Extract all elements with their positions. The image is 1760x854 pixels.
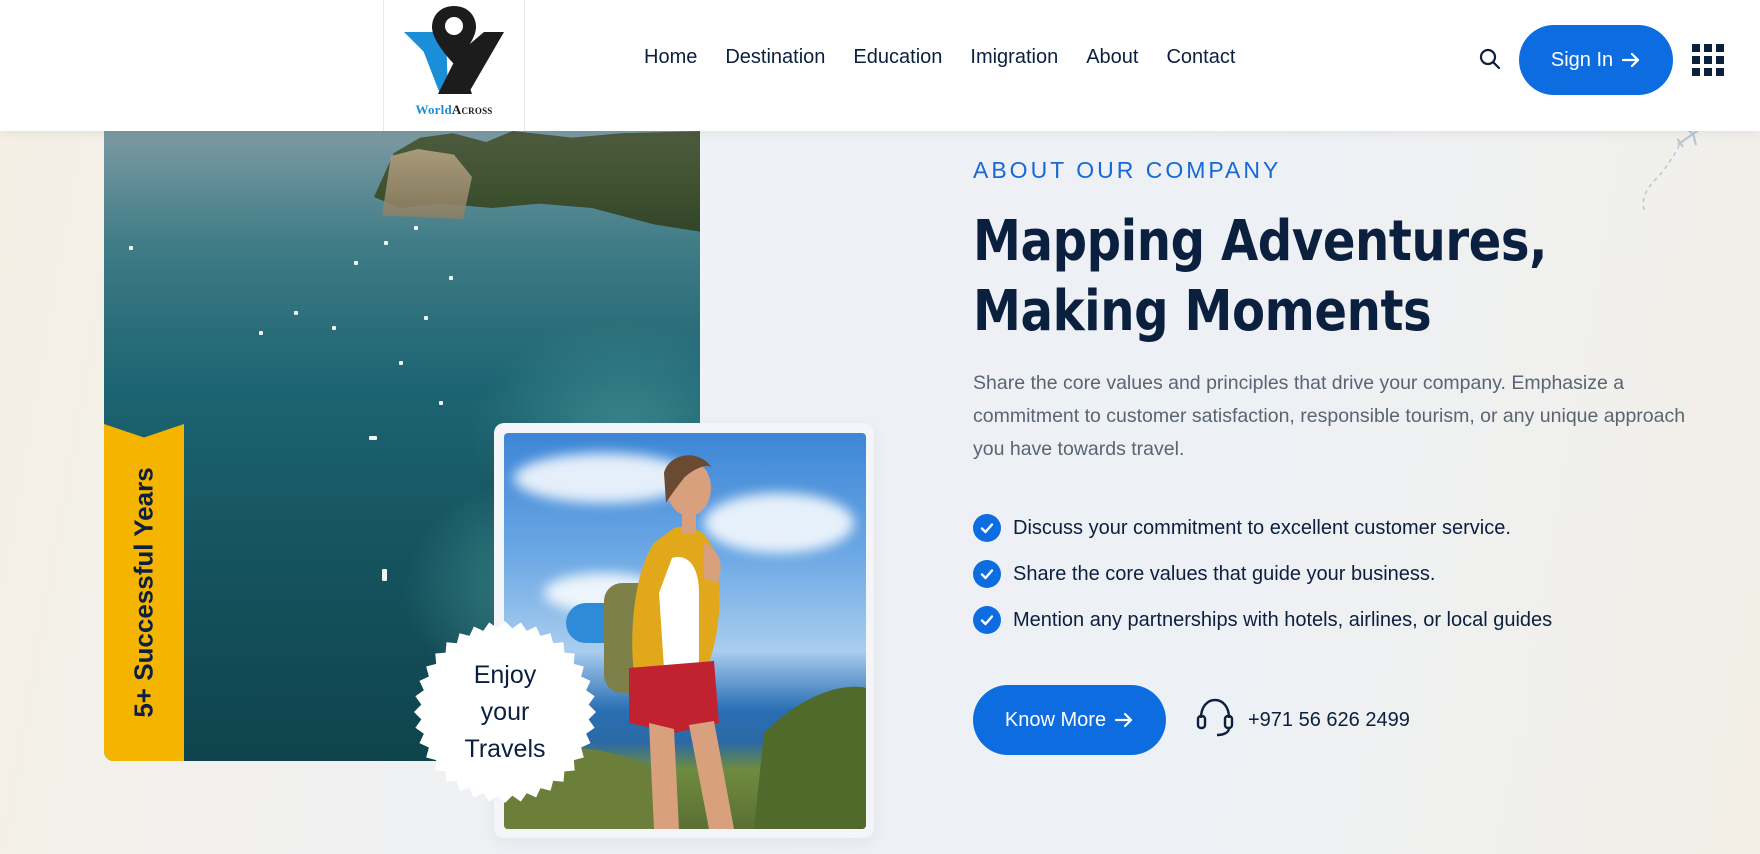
- search-button[interactable]: [1478, 47, 1502, 71]
- boat: [449, 276, 453, 280]
- sign-in-label: Sign In: [1550, 48, 1614, 71]
- nav-about[interactable]: About: [1086, 46, 1138, 69]
- checklist-text: Mention any partnerships with hotels, ai…: [1013, 608, 1553, 631]
- nav-education[interactable]: Education: [853, 46, 942, 69]
- grid-dot: [1704, 44, 1712, 52]
- checklist-text: Share the core values that guide your bu…: [1013, 562, 1436, 585]
- sign-in-button[interactable]: Sign In: [1519, 25, 1673, 95]
- stamp-text: Enjoy your Travels: [410, 617, 600, 807]
- grid-dot: [1692, 44, 1700, 52]
- boat: [399, 361, 403, 365]
- site-header: WorldAcross Home Destination Education I…: [0, 0, 1760, 131]
- checklist-item: Discuss your commitment to excellent cus…: [973, 505, 1552, 551]
- boat: [424, 316, 428, 320]
- nav-home[interactable]: Home: [644, 46, 697, 69]
- airplane-icon: [1642, 126, 1703, 211]
- stamp-line-1: Enjoy: [473, 660, 537, 689]
- section-eyebrow: ABOUT OUR COMPANY: [973, 157, 1282, 183]
- nav-destination[interactable]: Destination: [725, 46, 825, 69]
- stamp-line-2: your: [480, 697, 530, 726]
- nav-immigration[interactable]: Imigration: [970, 46, 1058, 69]
- know-more-label: Know More: [1004, 708, 1107, 731]
- boat: [369, 436, 377, 440]
- checklist-item: Share the core values that guide your bu…: [973, 551, 1552, 597]
- boat: [382, 569, 387, 581]
- boat: [294, 311, 298, 315]
- check-circle-icon: [973, 560, 1001, 588]
- check-circle-icon: [973, 514, 1001, 542]
- boat: [259, 331, 263, 335]
- logo-text: WorldAcross: [415, 102, 492, 118]
- search-icon: [1479, 48, 1501, 70]
- section-headline: Mapping Adventures, Making Moments: [973, 209, 1548, 344]
- know-more-button[interactable]: Know More: [973, 685, 1166, 755]
- section-description: Share the core values and principles tha…: [973, 372, 1686, 460]
- boat: [332, 326, 336, 330]
- nav-contact[interactable]: Contact: [1166, 46, 1235, 69]
- checklist-item: Mention any partnerships with hotels, ai…: [973, 597, 1552, 643]
- check-circle-icon: [973, 606, 1001, 634]
- grid-dot: [1716, 56, 1724, 64]
- grid-dot: [1704, 56, 1712, 64]
- checklist-text: Discuss your commitment to excellent cus…: [1013, 516, 1511, 539]
- logo[interactable]: WorldAcross: [383, 0, 525, 131]
- boat: [439, 401, 443, 405]
- logo-word-2: Across: [451, 102, 493, 117]
- boat: [384, 241, 388, 245]
- grid-dot: [1692, 68, 1700, 76]
- years-badge-label: 5+ Successful Years: [128, 467, 159, 718]
- arrow-right-icon: [1622, 52, 1640, 68]
- headset-icon: [1196, 698, 1234, 737]
- logo-mark-icon: [404, 6, 504, 94]
- boat: [354, 261, 358, 265]
- grid-dot: [1716, 68, 1724, 76]
- grid-dot: [1716, 44, 1724, 52]
- value-checklist: Discuss your commitment to excellent cus…: [973, 505, 1552, 643]
- phone-number-link[interactable]: +971 56 626 2499: [1248, 709, 1410, 732]
- boat: [129, 246, 133, 250]
- grid-dot: [1692, 56, 1700, 64]
- arrow-right-icon: [1114, 712, 1133, 728]
- stamp-line-3: Travels: [464, 734, 546, 763]
- main-nav: Home Destination Education Imigration Ab…: [644, 46, 1263, 69]
- logo-word-1: World: [415, 102, 452, 117]
- grid-dot: [1704, 68, 1712, 76]
- boat: [414, 226, 418, 230]
- grid-menu-icon[interactable]: [1692, 44, 1724, 76]
- years-badge-text: 5+ Successful Years: [104, 424, 184, 761]
